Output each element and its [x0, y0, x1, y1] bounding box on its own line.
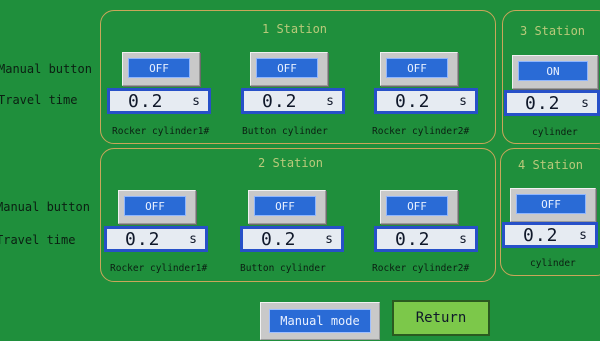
station3-cylinder-label: cylinder	[532, 127, 578, 138]
station4-toggle-button[interactable]: OFF	[510, 188, 596, 222]
return-button[interactable]: Return	[392, 300, 490, 336]
station1-button-cyl-time-field[interactable]: 0.2 s	[241, 88, 345, 114]
toggle-state: OFF	[386, 196, 448, 216]
station1-rocker1-toggle-button[interactable]: OFF	[122, 52, 200, 86]
manual-mode-button[interactable]: Manual mode	[260, 302, 380, 340]
station3-time-field[interactable]: 0.2 s	[504, 90, 600, 116]
station2-rocker1-label: Rocker cylinder1#	[110, 263, 208, 274]
time-unit: s	[579, 228, 587, 243]
station3-toggle-button[interactable]: ON	[512, 55, 598, 89]
toggle-state: ON	[518, 61, 588, 81]
station2-rocker2-label: Rocker cylinder2#	[372, 263, 470, 274]
toggle-state: OFF	[386, 58, 448, 78]
travel-time-label-2: Travel time	[0, 233, 76, 247]
station1-rocker2-time-field[interactable]: 0.2 s	[374, 88, 478, 114]
time-unit: s	[326, 94, 334, 109]
toggle-state: OFF	[516, 194, 586, 214]
manual-button-label-2: Manual button	[0, 200, 90, 214]
toggle-state: OFF	[256, 58, 318, 78]
time-value: 0.2	[128, 90, 164, 112]
station-3-title: 3 Station	[520, 24, 586, 38]
station4-cylinder-label: cylinder	[530, 258, 576, 269]
time-value: 0.2	[395, 90, 431, 112]
station1-button-cyl-toggle-button[interactable]: OFF	[250, 52, 328, 86]
time-value: 0.2	[395, 228, 431, 250]
station1-rocker2-label: Rocker cylinder2#	[372, 126, 470, 137]
time-unit: s	[459, 94, 467, 109]
toggle-state: OFF	[124, 196, 186, 216]
station4-time-field[interactable]: 0.2 s	[502, 222, 598, 248]
station2-rocker2-time-field[interactable]: 0.2 s	[374, 226, 478, 252]
station-1-title: 1 Station	[262, 22, 328, 36]
time-value: 0.2	[523, 224, 559, 246]
time-unit: s	[325, 232, 333, 247]
toggle-state: OFF	[254, 196, 316, 216]
station2-rocker1-toggle-button[interactable]: OFF	[118, 190, 196, 224]
manual-mode-label: Manual mode	[269, 309, 371, 333]
station2-button-cyl-label: Button cylinder	[240, 263, 326, 274]
station-4-title: 4 Station	[518, 158, 584, 172]
time-unit: s	[192, 94, 200, 109]
time-unit: s	[189, 232, 197, 247]
travel-time-label-1: Travel time	[0, 93, 78, 107]
time-unit: s	[581, 96, 589, 111]
time-value: 0.2	[525, 92, 561, 114]
station2-button-cyl-toggle-button[interactable]: OFF	[248, 190, 326, 224]
station1-rocker1-label: Rocker cylinder1#	[112, 126, 210, 137]
toggle-state: OFF	[128, 58, 190, 78]
time-unit: s	[459, 232, 467, 247]
time-value: 0.2	[261, 228, 297, 250]
time-value: 0.2	[262, 90, 298, 112]
station1-button-cyl-label: Button cylinder	[242, 126, 328, 137]
manual-button-label-1: Manual button	[0, 62, 92, 76]
time-value: 0.2	[125, 228, 161, 250]
station2-rocker2-toggle-button[interactable]: OFF	[380, 190, 458, 224]
station1-rocker2-toggle-button[interactable]: OFF	[380, 52, 458, 86]
station-2-title: 2 Station	[258, 156, 324, 170]
station2-button-cyl-time-field[interactable]: 0.2 s	[240, 226, 344, 252]
station2-rocker1-time-field[interactable]: 0.2 s	[104, 226, 208, 252]
station1-rocker1-time-field[interactable]: 0.2 s	[107, 88, 211, 114]
